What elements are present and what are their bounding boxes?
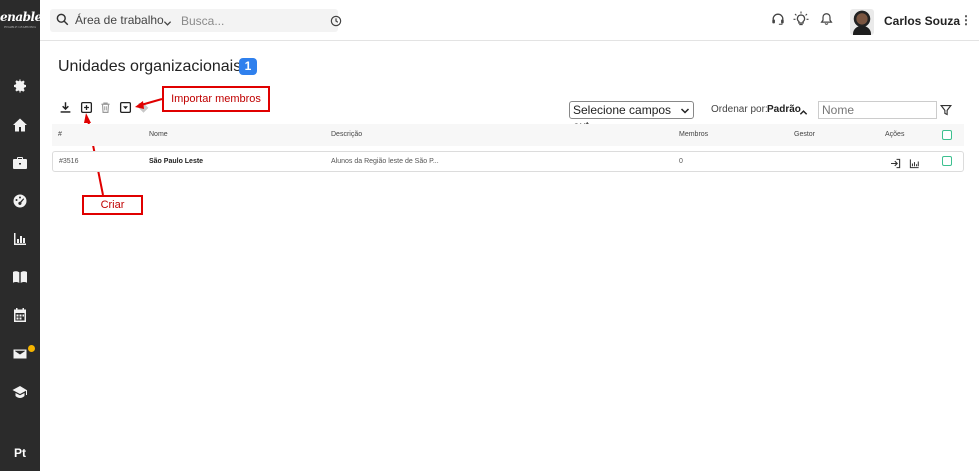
language-switcher[interactable]: Pt: [0, 446, 40, 460]
headset-support-icon[interactable]: [771, 12, 785, 31]
user-name[interactable]: Carlos Souza: [884, 14, 960, 28]
callout-create: Criar: [82, 195, 143, 215]
top-bar: Área de trabalho Carlos Souza ⋮: [40, 0, 979, 41]
dashboard-icon[interactable]: [11, 192, 29, 210]
chevron-down-icon: [680, 104, 690, 120]
sidebar: enable ENABLE LEARNING Pt: [0, 0, 42, 471]
row-description: Alunos da Região leste de São P...: [331, 158, 439, 165]
avatar[interactable]: [850, 9, 874, 35]
column-header-manager[interactable]: Gestor: [794, 131, 815, 138]
column-header-actions: Ações: [885, 131, 905, 138]
chevron-up-icon[interactable]: [799, 104, 808, 122]
global-search: Área de trabalho: [50, 9, 342, 33]
search-icon[interactable]: [56, 13, 69, 31]
count-badge: 1: [239, 58, 257, 75]
tag-icon[interactable]: [136, 100, 150, 114]
import-members-button[interactable]: [118, 100, 132, 114]
notification-dot: [28, 345, 35, 352]
sort-value[interactable]: Padrão: [767, 104, 801, 115]
enter-icon[interactable]: [890, 156, 901, 174]
calendar-icon[interactable]: [11, 306, 29, 324]
home-icon[interactable]: [11, 116, 29, 134]
table-row[interactable]: #3516 São Paulo Leste Alunos da Região l…: [52, 151, 964, 172]
row-name[interactable]: São Paulo Leste: [149, 158, 203, 165]
graduation-cap-icon[interactable]: [11, 383, 29, 401]
book-icon[interactable]: [11, 268, 29, 286]
column-header-members[interactable]: Membros: [679, 131, 708, 138]
briefcase-icon[interactable]: [11, 154, 29, 172]
bell-icon[interactable]: [820, 12, 833, 31]
sort-label: Ordenar por:: [711, 104, 768, 115]
column-header-id[interactable]: #: [58, 131, 62, 138]
more-options-icon[interactable]: ⋮: [960, 13, 972, 27]
column-header-name[interactable]: Nome: [149, 131, 168, 138]
lightbulb-icon[interactable]: [793, 11, 809, 32]
row-members: 0: [679, 158, 683, 165]
table-header: # Nome Descrição Membros Gestor Ações: [52, 124, 964, 146]
workspace-scope[interactable]: Área de trabalho: [75, 13, 164, 27]
chart-icon[interactable]: [909, 156, 920, 174]
row-id: #3516: [59, 158, 79, 165]
download-icon[interactable]: [58, 100, 72, 114]
filter-icon[interactable]: [939, 103, 953, 121]
search-input[interactable]: [181, 11, 321, 30]
page-title: Unidades organizacionais: [58, 58, 242, 75]
column-header-description[interactable]: Descrição: [331, 131, 362, 138]
bar-chart-icon[interactable]: [11, 230, 29, 248]
mail-icon[interactable]: [11, 345, 29, 363]
create-button[interactable]: [79, 100, 93, 114]
select-all-checkbox[interactable]: [942, 130, 952, 140]
history-clock-icon[interactable]: [330, 14, 342, 32]
chevron-down-icon[interactable]: [163, 15, 172, 33]
row-checkbox[interactable]: [942, 156, 952, 166]
extra-fields-select[interactable]: Selecione campos ext...: [569, 101, 694, 133]
gear-icon[interactable]: [11, 77, 29, 95]
name-filter-input[interactable]: [818, 101, 937, 119]
delete-icon[interactable]: [98, 100, 112, 114]
app-logo[interactable]: enable ENABLE LEARNING: [0, 10, 42, 36]
callout-import-members: Importar membros: [162, 86, 270, 112]
